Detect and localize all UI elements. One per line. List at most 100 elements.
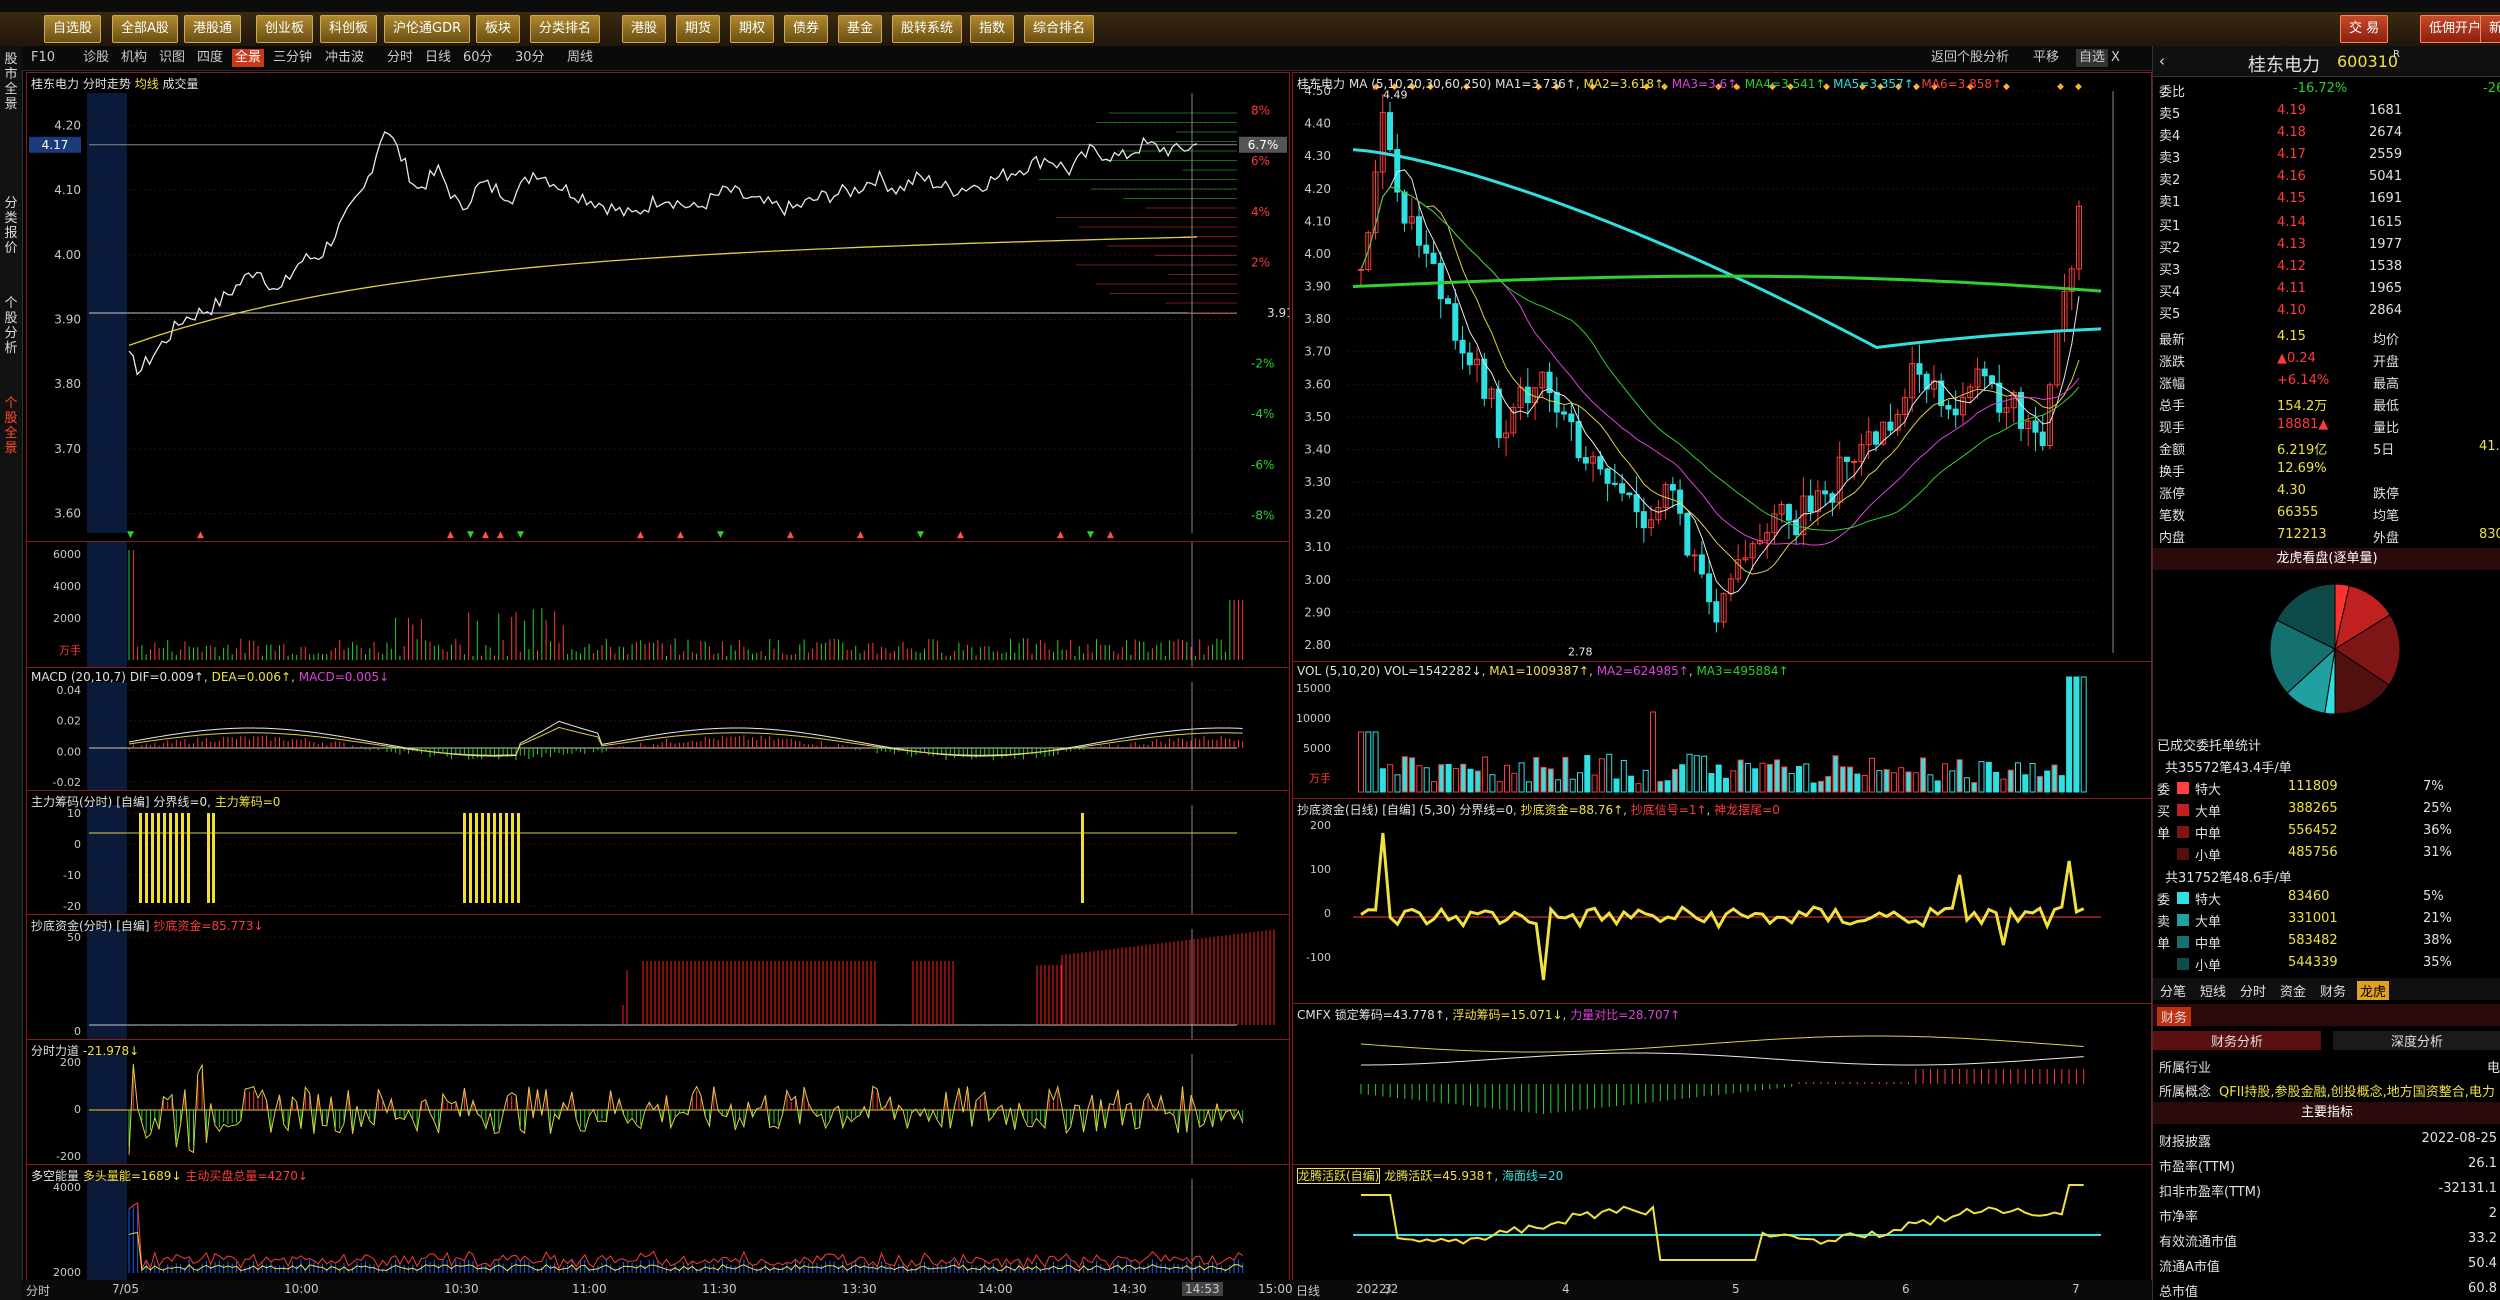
time-tick: 14:00 (978, 1282, 1013, 1296)
toolbar-item-2[interactable]: 机构 (118, 49, 150, 67)
osc-tick: -20 (63, 900, 81, 913)
long-short-energy-panel[interactable]: 多空能量 多头量能=1689↓ 主动买盘总量=4270↓ 4000 2000 (26, 1164, 1290, 1281)
menu-8[interactable]: 港股 (622, 15, 667, 43)
ask-volume: 2559 (2369, 147, 2403, 162)
bid-volume: 2864 (2369, 303, 2403, 318)
menu-10[interactable]: 期权 (730, 15, 775, 43)
menu-9[interactable]: 期货 (676, 15, 721, 43)
menu-right-2[interactable]: 新 (2480, 15, 2500, 43)
kline-tick: 3.10 (1304, 540, 1331, 554)
daily-bottom-fund-panel[interactable]: 抄底资金(日线) [自编] (5,30) 分界线=0, 抄底资金=88.76↑,… (1292, 798, 2152, 1004)
cell: 笔数 (2159, 509, 2186, 524)
side-tab[interactable]: 财务 (2317, 981, 2349, 1000)
cell: 买1 (2159, 219, 2181, 234)
dvol-bar (1452, 767, 1459, 793)
signal-marker: ▼ (1087, 530, 1094, 540)
daily-volume-panel[interactable]: VOL (5,10,20) VOL=1542282↓, MA1=1009387↑… (1292, 661, 2152, 799)
toolbar-item-1[interactable]: 诊股 (80, 49, 112, 67)
menu-1[interactable]: 全部A股 (112, 15, 178, 43)
menu-3[interactable]: 创业板 (256, 15, 314, 43)
ask-row: 卖2 4.16 5041 (2153, 166, 2500, 188)
toolbar-item-9[interactable]: 日线 (422, 49, 454, 67)
toolbar-right-3[interactable]: X (2108, 49, 2123, 67)
daily-mode-button[interactable]: 日线 (1296, 1282, 1320, 1299)
menu-4[interactable]: 科创板 (320, 15, 378, 43)
menu-15[interactable]: 综合排名 (1024, 15, 1095, 43)
toolbar-item-7[interactable]: 冲击波 (322, 49, 367, 67)
signal-marker: ▲ (677, 530, 684, 540)
ask-volume: 1691 (2369, 191, 2403, 206)
dragon-active-panel[interactable]: 龙腾活跃(自编) 龙腾活跃=45.938↑, 海面线=20 (1292, 1164, 2152, 1281)
period-toolbar: F10 诊股 机构 识图 四度 全景 三分钟 冲击波 分时 日线 60分 30分 周线 返回个股分析 平移自… (22, 46, 2152, 71)
dvol-bar (1912, 772, 1919, 793)
signal-marker: ▲ (482, 530, 489, 540)
menu-12[interactable]: 基金 (838, 15, 883, 43)
toolbar-item-3[interactable]: 识图 (156, 49, 188, 67)
bid-row: 买3 4.12 1538 (2153, 256, 2500, 278)
metric-row: 流通A市值 50.4 (2153, 1253, 2500, 1275)
toolbar-item-11[interactable]: 30分 (512, 49, 548, 67)
menu-14[interactable]: 指数 (970, 15, 1015, 43)
dvol-bar (2073, 676, 2080, 793)
kline-tick: 2.90 (1304, 605, 1331, 619)
vtab-category[interactable]: 分类报价 (1, 196, 21, 256)
toolbar-right-1[interactable]: 平移 (2030, 49, 2062, 67)
toolbar-item-6[interactable]: 三分钟 (270, 49, 315, 67)
back-icon[interactable]: ‹ (2159, 52, 2165, 70)
side-tab[interactable]: 分笔 (2157, 981, 2189, 1000)
osc-tick: -200 (56, 1150, 81, 1163)
chip-bar (181, 813, 184, 903)
fin-tab[interactable]: 财务 (2157, 1007, 2192, 1026)
menu-7[interactable]: 分类排名 (530, 15, 601, 43)
menu-0[interactable]: 自选股 (44, 15, 102, 43)
toolbar-item-0[interactable]: F10 (28, 49, 58, 67)
bottom-fund-panel[interactable]: 抄底资金(分时) [自编] 抄底资金=85.773↓ 50 0 (26, 914, 1290, 1040)
fin-subtab[interactable]: 深度分析 (2333, 1031, 2500, 1050)
toolbar-item-4[interactable]: 四度 (194, 49, 226, 67)
toolbar-item-10[interactable]: 60分 (460, 49, 496, 67)
vtab-market[interactable]: 股市全景 (1, 52, 21, 112)
toolbar-item-5[interactable]: 全景 (232, 49, 265, 67)
kline-candle (1445, 298, 1452, 305)
intraday-price-panel[interactable]: 桂东电力 分时走势 均线 成交量 4.20 4.10 4.00 3.90 3.80 3.7… (26, 72, 1290, 542)
daily-kline-panel[interactable]: 桂东电力 MA (5,10,20,30,60,250) MA1=3.736↑, … (1292, 72, 2152, 662)
intraday-force-panel[interactable]: 分时力道 -21.978↓ 200 0 -200 (26, 1039, 1290, 1165)
fin-subtab[interactable]: 财务分析 (2153, 1031, 2321, 1050)
menu-11[interactable]: 债券 (784, 15, 829, 43)
side-tab[interactable]: 分时 (2237, 981, 2269, 1000)
kline-candle (1466, 352, 1473, 366)
menu-13[interactable]: 股转系统 (892, 15, 963, 43)
side-tab[interactable]: 龙虎 (2357, 981, 2390, 1000)
dvol-bar (1934, 780, 1941, 793)
ask-volume: 2674 (2369, 125, 2403, 140)
cell: 5% (2423, 889, 2444, 904)
dvol-bar (1620, 760, 1627, 793)
chip-bar (511, 813, 514, 903)
kline-candle (1452, 303, 1459, 341)
menu-6[interactable]: 板块 (476, 15, 521, 43)
toolbar-right-2[interactable]: 自选 (2076, 49, 2109, 67)
main-chips-panel[interactable]: 主力筹码(分时) [自编] 分界线=0, 主力筹码=0 10 0 -10 -20 (26, 790, 1290, 915)
macd-panel[interactable]: MACD (20,10,7) DIF=0.009↑, DEA=0.006↑, M… (26, 667, 1290, 791)
toolbar-right-0[interactable]: 返回个股分析 (1928, 49, 2012, 67)
chip-bar (139, 813, 142, 903)
kline-candle (1604, 468, 1611, 484)
menu-5[interactable]: 沪伦通GDR (384, 15, 471, 43)
menu-right-0[interactable]: 交 易 (2340, 15, 2389, 43)
dvol-bar (1949, 770, 1956, 793)
menu-2[interactable]: 港股通 (184, 15, 242, 43)
vtab-stock-panorama[interactable]: 个股全景 (1, 396, 21, 456)
toolbar-item-12[interactable]: 周线 (564, 49, 596, 67)
side-tab[interactable]: 资金 (2277, 981, 2309, 1000)
dvol-bar (2022, 774, 2029, 793)
cmfx-panel[interactable]: CMFX 锁定筹码=43.778↑, 浮动筹码=15.071↓, 力量对比=28… (1292, 1003, 2152, 1165)
side-tab[interactable]: 短线 (2197, 981, 2229, 1000)
fin-tab-row: 财务 (2153, 1004, 2500, 1026)
kline-tick: 3.30 (1304, 475, 1331, 489)
macd-title[interactable]: MACD (31, 670, 67, 684)
metric-value: 26.1 (2468, 1156, 2497, 1171)
intraday-volume-panel[interactable]: 6000 4000 2000 万手 (26, 541, 1290, 668)
toolbar-item-8[interactable]: 分时 (384, 49, 416, 67)
intraday-mode-button[interactable]: 分时 (26, 1282, 50, 1299)
vtab-stock-analysis[interactable]: 个股分析 (1, 296, 21, 356)
